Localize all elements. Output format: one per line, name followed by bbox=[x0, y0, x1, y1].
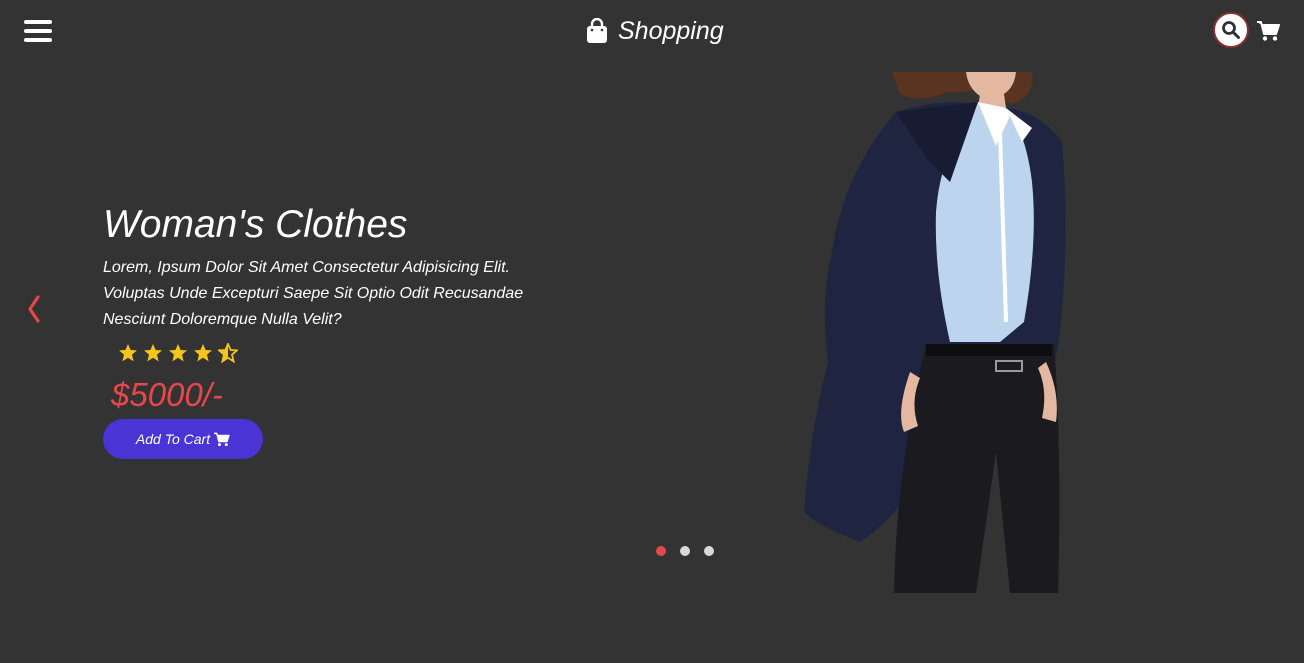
chevron-left-icon bbox=[28, 295, 40, 323]
hamburger-menu-icon[interactable] bbox=[24, 18, 52, 44]
star-rating bbox=[118, 343, 573, 363]
search-icon bbox=[1222, 21, 1240, 39]
star-full-icon bbox=[194, 344, 212, 362]
product-image bbox=[804, 72, 1066, 593]
star-half-icon bbox=[218, 343, 238, 363]
star-full-icon bbox=[144, 344, 162, 362]
slider-dot[interactable] bbox=[704, 546, 714, 556]
product-price: $5000/- bbox=[111, 376, 223, 413]
cart-button[interactable] bbox=[1256, 20, 1280, 42]
star-full-icon bbox=[119, 344, 137, 362]
slide-content: Woman's Clothes Lorem, Ipsum Dolor Sit A… bbox=[103, 200, 573, 415]
brand-logo[interactable]: Shopping bbox=[586, 14, 724, 48]
add-to-cart-button[interactable]: Add To Cart bbox=[103, 419, 263, 459]
brand-title: Shopping bbox=[618, 16, 724, 45]
slider-dot[interactable] bbox=[680, 546, 690, 556]
add-to-cart-label: Add To Cart bbox=[135, 431, 211, 447]
search-button[interactable] bbox=[1213, 12, 1249, 48]
cart-icon bbox=[214, 432, 230, 446]
cart-icon bbox=[1257, 21, 1280, 41]
star-full-icon bbox=[169, 344, 187, 362]
slider-dots bbox=[656, 546, 714, 556]
top-navbar: Shopping bbox=[0, 0, 1304, 64]
slide-title: Woman's Clothes bbox=[103, 203, 408, 246]
shopping-bag-icon bbox=[587, 18, 607, 43]
slider-dot[interactable] bbox=[656, 546, 666, 556]
slide-description: Lorem, Ipsum Dolor Sit Amet Consectetur … bbox=[103, 259, 524, 328]
slider-prev-button[interactable] bbox=[24, 292, 44, 326]
